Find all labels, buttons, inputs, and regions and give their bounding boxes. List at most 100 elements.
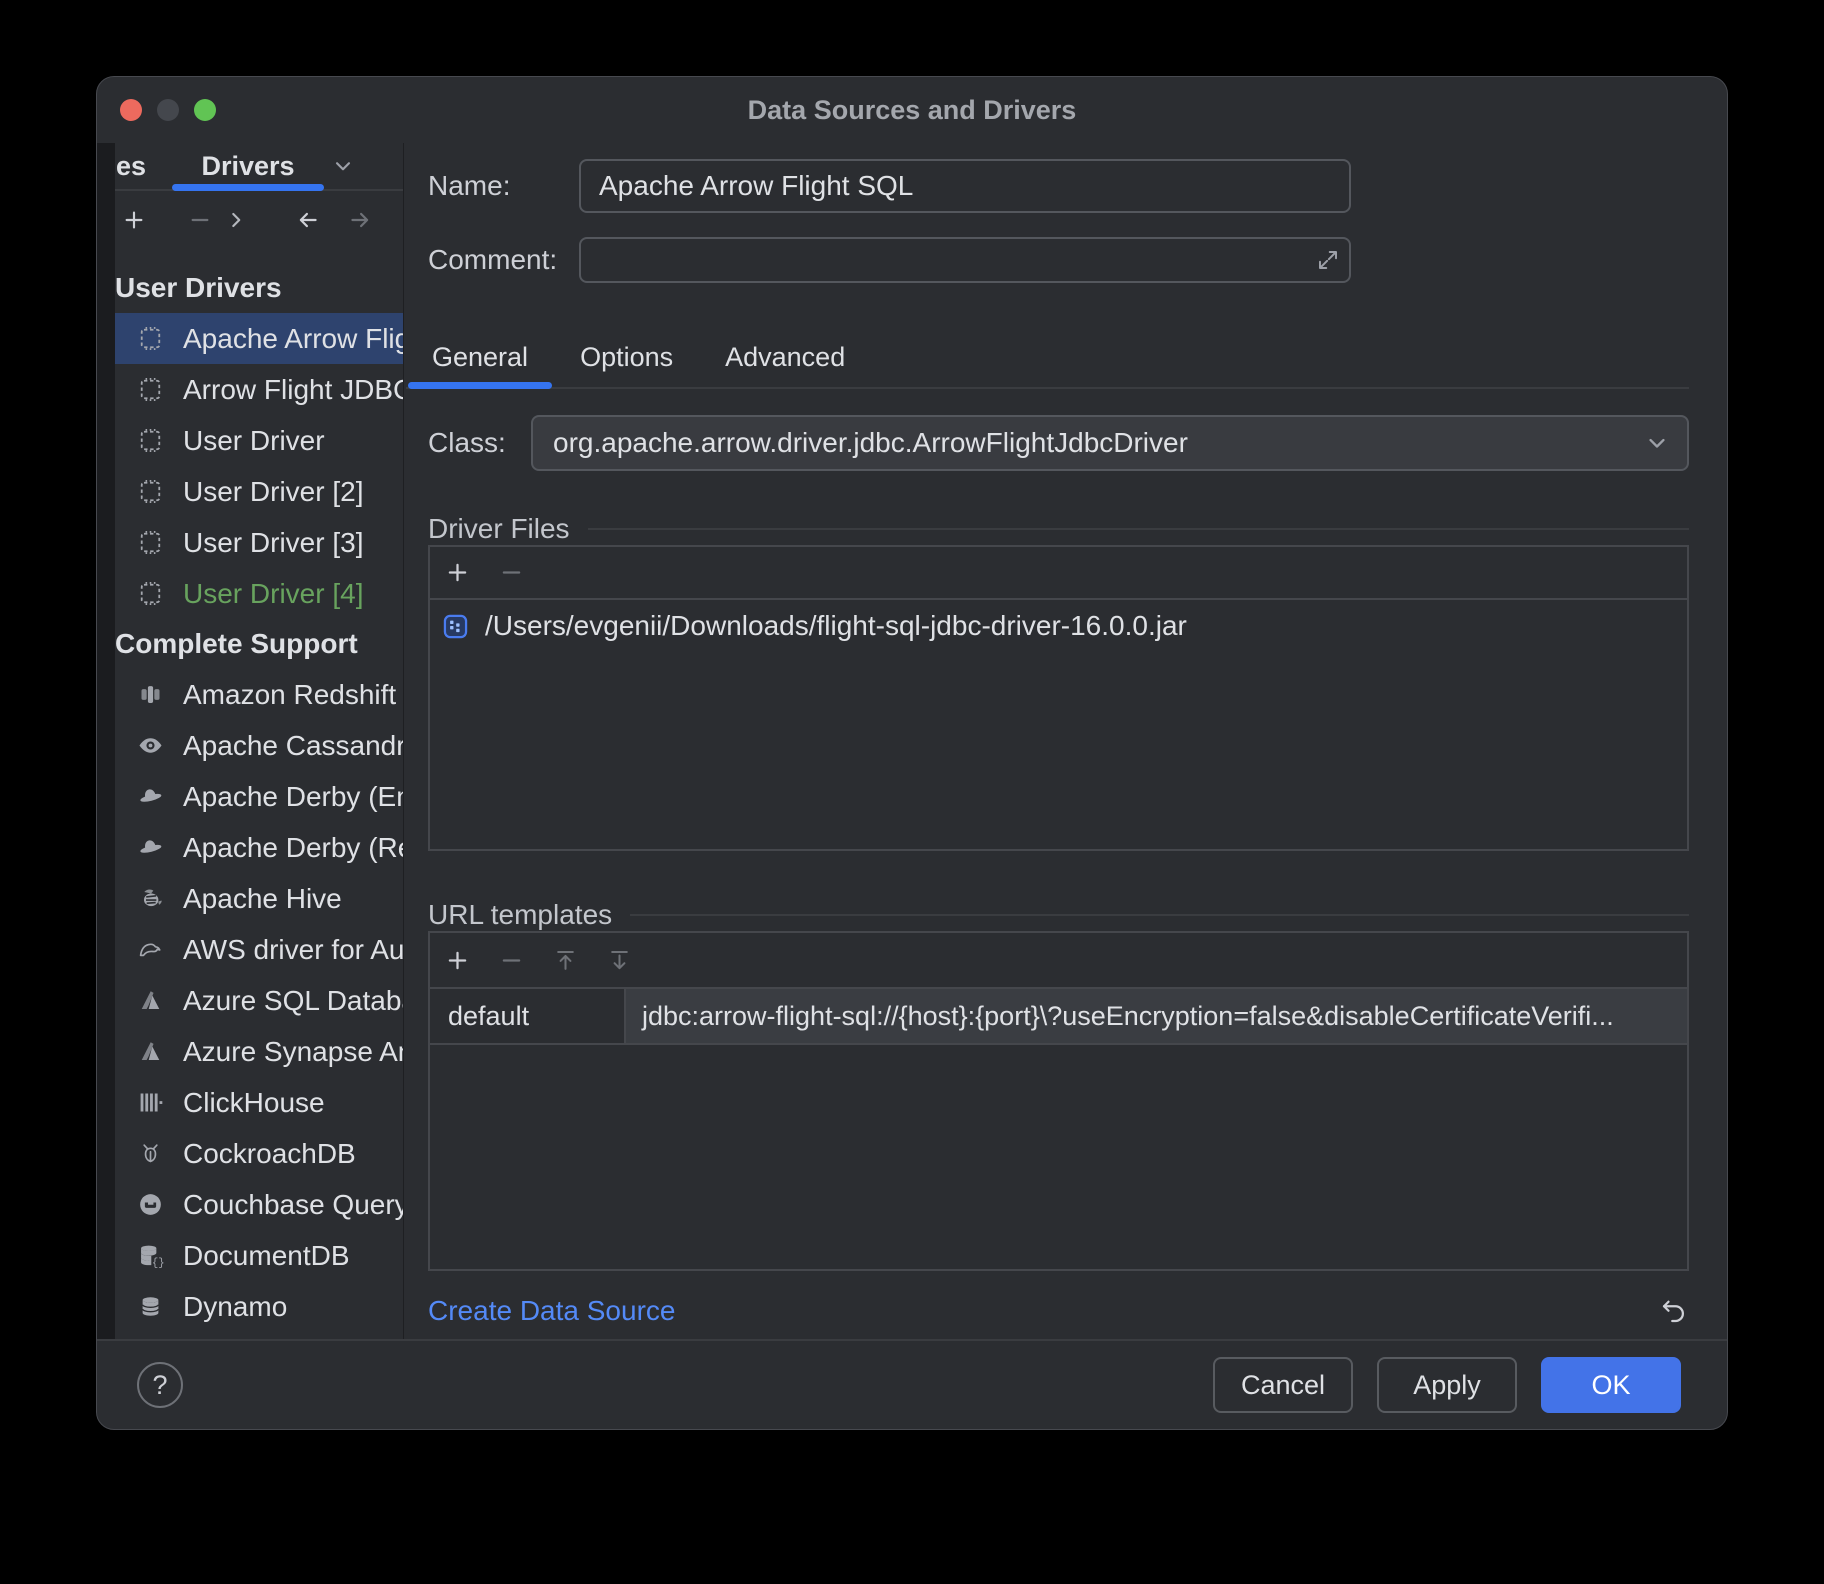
data-sources-dialog: Data Sources and Drivers es Drivers	[96, 76, 1728, 1430]
driver-chip-icon	[137, 325, 164, 352]
comment-input[interactable]	[579, 237, 1351, 283]
sidebar-item-label: Azure Synapse Analytics	[183, 1036, 403, 1068]
move-down-icon[interactable]	[606, 947, 633, 974]
sidebar-item-user-driver-3[interactable]: User Driver [3]	[97, 517, 403, 568]
class-label: Class:	[428, 427, 531, 459]
remove-template-icon[interactable]	[498, 947, 525, 974]
azure-icon	[137, 1038, 164, 1065]
tab-data-sources-truncated[interactable]: es	[116, 151, 146, 182]
create-row: Create Data Source	[428, 1293, 1689, 1329]
sidebar-toolbar	[97, 191, 403, 249]
driver-files-toolbar	[430, 547, 1687, 600]
add-file-icon[interactable]	[444, 559, 471, 586]
cassandra-icon	[137, 732, 164, 759]
expand-node-icon[interactable]	[223, 207, 249, 233]
tab-options[interactable]: Options	[554, 327, 699, 387]
sidebar-item-cockroachdb[interactable]: CockroachDB	[97, 1128, 403, 1179]
svg-text:{}: {}	[152, 1257, 164, 1269]
help-question-icon: ?	[152, 1370, 167, 1401]
sidebar-item-apache-hive[interactable]: Apache Hive	[97, 873, 403, 924]
sidebar-item-dynamo[interactable]: Dynamo	[97, 1281, 403, 1332]
cancel-button[interactable]: Cancel	[1213, 1357, 1353, 1413]
expand-editor-icon[interactable]	[1315, 247, 1341, 273]
create-data-source-link[interactable]: Create Data Source	[428, 1295, 675, 1327]
driver-chip-icon	[137, 376, 164, 403]
driver-tree: User Drivers Apache Arrow Flight SQL Arrow…	[97, 249, 403, 1339]
apply-button[interactable]: Apply	[1377, 1357, 1517, 1413]
sidebar-item-couchbase-query[interactable]: Couchbase Query	[97, 1179, 403, 1230]
driver-chip-icon	[137, 580, 164, 607]
tab-drivers-label: Drivers	[202, 151, 295, 182]
sidebar-item-apache-derby-embedded[interactable]: Apache Derby (Embedded)	[97, 771, 403, 822]
tab-options-label: Options	[580, 342, 673, 373]
ok-button[interactable]: OK	[1541, 1357, 1681, 1413]
sidebar-item-apache-cassandra[interactable]: Apache Cassandra	[97, 720, 403, 771]
driver-file-row[interactable]: /Users/evgenii/Downloads/flight-sql-jdbc…	[430, 600, 1687, 652]
tab-general-label: General	[432, 342, 528, 373]
comment-label: Comment:	[428, 244, 579, 276]
driver-files-header: Driver Files	[428, 513, 1689, 545]
move-up-icon[interactable]	[552, 947, 579, 974]
sidebar-item-apache-arrow-flight-sql[interactable]: Apache Arrow Flight SQL	[97, 313, 403, 364]
sidebar-item-azure-synapse-analytics[interactable]: Azure Synapse Analytics	[97, 1026, 403, 1077]
add-driver-icon[interactable]	[121, 207, 147, 233]
sidebar-item-documentdb[interactable]: {}DocumentDB	[97, 1230, 403, 1281]
sidebar-item-arrow-flight-jdbc[interactable]: Arrow Flight JDBC	[97, 364, 403, 415]
tab-drivers[interactable]: Drivers	[172, 143, 324, 189]
sidebar-item-aws-driver-for-aurora-mysql[interactable]: AWS driver for Aurora MySQL	[97, 924, 403, 975]
clickhouse-icon	[137, 1089, 164, 1116]
undo-icon[interactable]	[1659, 1296, 1689, 1326]
sidebar-item-user-driver-2[interactable]: User Driver [2]	[97, 466, 403, 517]
class-row: Class: org.apache.arrow.driver.jdbc.Arro…	[428, 415, 1689, 471]
sidebar-item-label: Apache Derby (Remote)	[183, 832, 403, 864]
url-template-name-cell[interactable]: default	[430, 989, 626, 1043]
sidebar-item-user-driver[interactable]: User Driver	[97, 415, 403, 466]
class-select[interactable]: org.apache.arrow.driver.jdbc.ArrowFlight…	[531, 415, 1689, 471]
chevron-down-icon[interactable]	[330, 153, 356, 179]
driver-files-title: Driver Files	[428, 513, 570, 545]
back-arrow-icon[interactable]	[295, 207, 321, 233]
sidebar-item-label: User Driver [4]	[183, 578, 363, 610]
zoom-button[interactable]	[194, 99, 216, 121]
help-button[interactable]: ?	[137, 1362, 183, 1408]
sidebar-item-apache-derby-remote[interactable]: Apache Derby (Remote)	[97, 822, 403, 873]
divider	[630, 914, 1689, 916]
sidebar-item-label: Apache Arrow Flight SQL	[183, 323, 403, 355]
url-template-value-cell[interactable]: jdbc:arrow-flight-sql://{host}:{port}\?u…	[626, 989, 1687, 1043]
remove-driver-icon[interactable]	[187, 207, 213, 233]
sidebar-section-user-drivers: User Drivers	[97, 263, 403, 313]
documentdb-icon: {}	[137, 1242, 164, 1269]
minimize-button[interactable]	[157, 99, 179, 121]
sidebar-item-user-driver-4[interactable]: User Driver [4]	[97, 568, 403, 619]
redshift-icon	[137, 681, 164, 708]
add-template-icon[interactable]	[444, 947, 471, 974]
titlebar: Data Sources and Drivers	[97, 77, 1727, 143]
derby-icon	[137, 834, 164, 861]
sidebar-section-complete-support: Complete Support	[97, 619, 403, 669]
remove-file-icon[interactable]	[498, 559, 525, 586]
tab-general[interactable]: General	[406, 327, 554, 387]
chevron-down-icon	[1643, 429, 1671, 457]
driver-chip-icon	[137, 529, 164, 556]
sidebar-item-label: Azure SQL Database	[183, 985, 403, 1017]
divider	[588, 528, 1689, 530]
url-templates-box: default jdbc:arrow-flight-sql://{host}:{…	[428, 931, 1689, 1271]
sidebar-item-clickhouse[interactable]: ClickHouse	[97, 1077, 403, 1128]
close-button[interactable]	[120, 99, 142, 121]
jar-file-icon	[442, 613, 469, 640]
main-split: es Drivers	[97, 143, 1727, 1339]
sidebar-item-label: Couchbase Query	[183, 1189, 403, 1221]
sidebar-item-amazon-redshift[interactable]: Amazon Redshift	[97, 669, 403, 720]
sidebar-item-label: Apache Derby (Embedded)	[183, 781, 403, 813]
tab-advanced[interactable]: Advanced	[699, 327, 871, 387]
forward-arrow-icon[interactable]	[347, 207, 373, 233]
sidebar-item-azure-sql-database[interactable]: Azure SQL Database	[97, 975, 403, 1026]
sidebar-item-label: Apache Hive	[183, 883, 342, 915]
active-tab-underline	[408, 382, 552, 389]
window-title: Data Sources and Drivers	[97, 95, 1727, 126]
sidebar-item-label: User Driver [2]	[183, 476, 363, 508]
dolphin-icon	[137, 936, 164, 963]
sidebar-tab-strip: es Drivers	[97, 143, 403, 191]
name-input[interactable]	[579, 159, 1351, 213]
url-templates-header: URL templates	[428, 899, 1689, 931]
